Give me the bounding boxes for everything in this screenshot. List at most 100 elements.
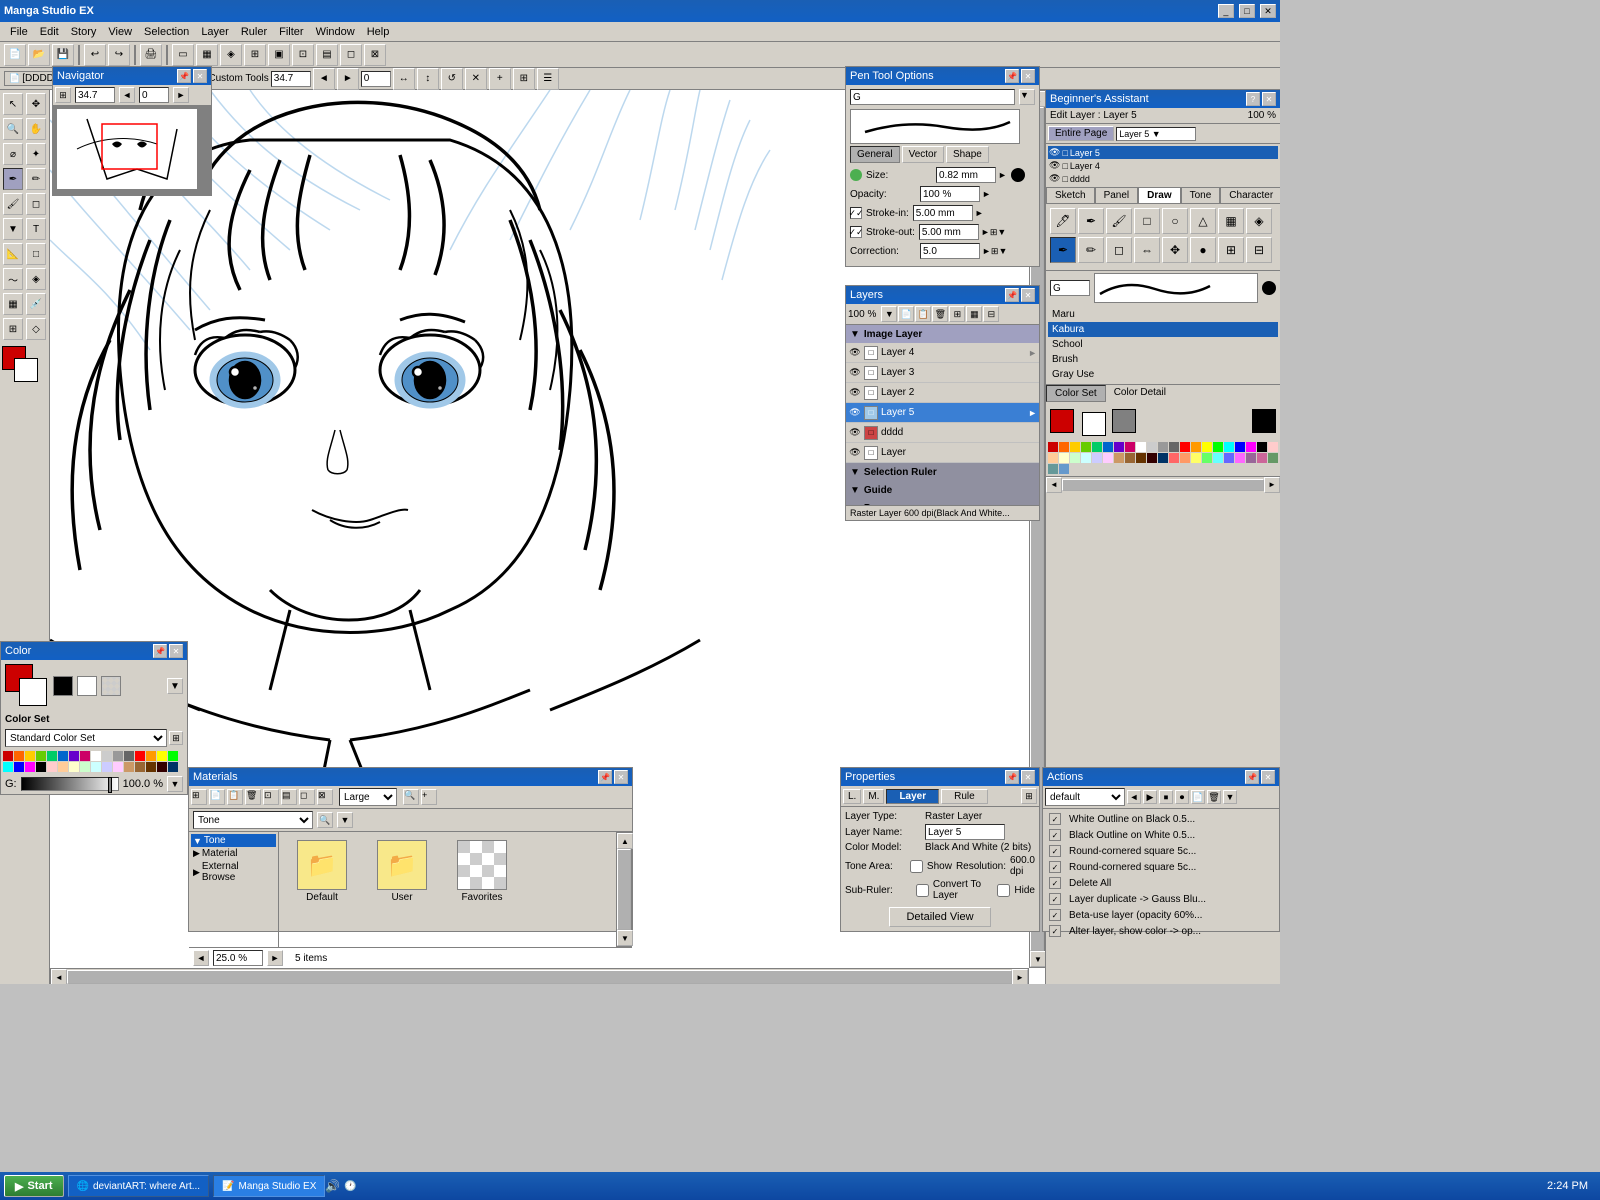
palette-color[interactable] <box>1103 442 1113 452</box>
menu-ruler[interactable]: Ruler <box>235 24 273 40</box>
materials-pin[interactable]: 📌 <box>598 770 612 784</box>
action-item-7[interactable]: ✓ Alter layer, show color -> op... <box>1045 923 1277 939</box>
brush-icon1[interactable]: 🖊 <box>1050 208 1076 234</box>
mat-tb2[interactable]: 📄 <box>209 789 225 805</box>
actions-pin[interactable]: 📌 <box>1245 770 1259 784</box>
materials-close[interactable]: ✕ <box>614 770 628 784</box>
sub-ruler-check[interactable] <box>916 884 929 897</box>
brush-icon7[interactable]: ▦ <box>1218 208 1244 234</box>
action-checkbox-6[interactable]: ✓ <box>1049 909 1061 921</box>
palette-color[interactable] <box>1136 453 1146 463</box>
color-set-select[interactable]: Standard Color Set <box>5 729 167 747</box>
small-palette-color[interactable] <box>58 751 68 761</box>
brush-icon5[interactable]: ○ <box>1162 208 1188 234</box>
stroke-out-options[interactable]: ⊞ <box>990 227 998 238</box>
eye-layer[interactable]: 👁 <box>848 446 862 460</box>
tab-draw[interactable]: Draw <box>1138 187 1180 203</box>
pen-options-close[interactable]: ✕ <box>1021 69 1035 83</box>
canvas-scrollbar-h[interactable]: ◄ ► <box>50 968 1029 984</box>
props-tab-m[interactable]: M. <box>863 789 884 804</box>
layer-row-5[interactable]: 👁 □ Layer 5 ► <box>846 403 1039 423</box>
brush-school[interactable]: School <box>1048 337 1278 352</box>
color-white[interactable] <box>77 676 97 696</box>
palette-color[interactable] <box>1114 442 1124 452</box>
menu-window[interactable]: Window <box>310 24 361 40</box>
small-palette-color[interactable] <box>47 762 57 772</box>
palette-color[interactable] <box>1048 464 1058 474</box>
eye-dddd[interactable]: 👁 <box>848 426 862 440</box>
brush-brush[interactable]: Brush <box>1048 352 1278 367</box>
palette-color[interactable] <box>1081 442 1091 452</box>
actions-tb5[interactable]: 📄 <box>1191 790 1205 804</box>
tab-general[interactable]: General <box>850 146 900 163</box>
layers-tb5[interactable]: ⊞ <box>949 306 965 322</box>
nav-zoom-input[interactable] <box>75 87 115 103</box>
menu-layer[interactable]: Layer <box>195 24 235 40</box>
small-palette-color[interactable] <box>113 751 123 761</box>
palette-color[interactable] <box>1147 453 1157 463</box>
actions-tb1[interactable]: ◄ <box>1127 790 1141 804</box>
brush-tool-b[interactable]: ✏ <box>1078 237 1104 263</box>
mat-scroll-down[interactable]: ▼ <box>617 930 633 946</box>
mat-zoom-right[interactable]: ► <box>267 950 283 966</box>
small-palette-color[interactable] <box>69 762 79 772</box>
right-scroll-left[interactable]: ◄ <box>1046 477 1062 493</box>
tb8[interactable]: ◻ <box>340 44 362 66</box>
shape-tool[interactable]: □ <box>26 243 46 265</box>
small-palette-color[interactable] <box>14 762 24 772</box>
eye-3[interactable]: 👁 <box>848 366 862 380</box>
mat-tb7[interactable]: ◻ <box>299 789 315 805</box>
small-palette-color[interactable] <box>168 762 178 772</box>
tab-vector[interactable]: Vector <box>902 146 944 163</box>
eye-5[interactable]: 👁 <box>848 406 862 420</box>
layers-tb7[interactable]: ⊟ <box>983 306 999 322</box>
stroke-out-extra[interactable]: ▼ <box>997 227 1006 237</box>
mat-tb5[interactable]: ⊡ <box>263 789 279 805</box>
palette-color[interactable] <box>1125 453 1135 463</box>
print-btn[interactable]: 🖨 <box>140 44 162 66</box>
actions-tb7[interactable]: ▼ <box>1223 790 1237 804</box>
menu-help[interactable]: Help <box>361 24 396 40</box>
menu-file[interactable]: File <box>4 24 34 40</box>
small-palette-color[interactable] <box>3 751 13 761</box>
ruler-tool[interactable]: 📐 <box>3 243 23 265</box>
small-palette-color[interactable] <box>91 762 101 772</box>
actions-select[interactable]: default <box>1045 788 1125 806</box>
angle-input[interactable] <box>361 71 391 87</box>
material-user[interactable]: 📁 User <box>367 840 437 903</box>
layer-row-3[interactable]: 👁 □ Layer 3 <box>846 363 1039 383</box>
tb-tool5[interactable]: + <box>489 68 511 90</box>
pen-tool[interactable]: ✒ <box>3 168 23 190</box>
props-expand-btn[interactable]: ⊞ <box>1021 788 1037 804</box>
open-btn[interactable]: 📂 <box>28 44 50 66</box>
materials-dropdown[interactable]: Tone Material External Browse <box>193 811 313 829</box>
color-pin[interactable]: 📌 <box>153 644 167 658</box>
mat-tb4[interactable]: 🗑 <box>245 789 261 805</box>
small-palette-color[interactable] <box>157 751 167 761</box>
fg-swatch[interactable] <box>1050 409 1074 433</box>
action-checkbox-2[interactable]: ✓ <box>1049 845 1061 857</box>
palette-color[interactable] <box>1059 442 1069 452</box>
brush-icon4[interactable]: □ <box>1134 208 1160 234</box>
palette-color[interactable] <box>1048 453 1058 463</box>
mat-tb6[interactable]: ▤ <box>281 789 297 805</box>
menu-view[interactable]: View <box>102 24 138 40</box>
small-palette-color[interactable] <box>36 751 46 761</box>
mat-scroll-up[interactable]: ▲ <box>617 833 633 849</box>
brush-icon8[interactable]: ◈ <box>1246 208 1272 234</box>
brush-icon6[interactable]: △ <box>1190 208 1216 234</box>
color-transparent[interactable] <box>101 676 121 696</box>
tab-tone[interactable]: Tone <box>1181 187 1221 203</box>
blend-tool[interactable]: ◈ <box>26 268 46 290</box>
mat-tb3[interactable]: 📋 <box>227 789 243 805</box>
brush-icon2[interactable]: ✒ <box>1078 208 1104 234</box>
assistant-close[interactable]: ✕ <box>1262 92 1276 106</box>
palette-color[interactable] <box>1191 442 1201 452</box>
action-checkbox-0[interactable]: ✓ <box>1049 813 1061 825</box>
assistant-search[interactable]: ? <box>1246 92 1260 106</box>
size-arrow[interactable]: ► <box>998 170 1007 180</box>
hand-tool[interactable]: ✋ <box>26 118 46 140</box>
palette-color[interactable] <box>1158 442 1168 452</box>
tree-external[interactable]: ▶ External Browse <box>191 860 276 884</box>
layers-tb4[interactable]: 🗑 <box>932 306 948 322</box>
